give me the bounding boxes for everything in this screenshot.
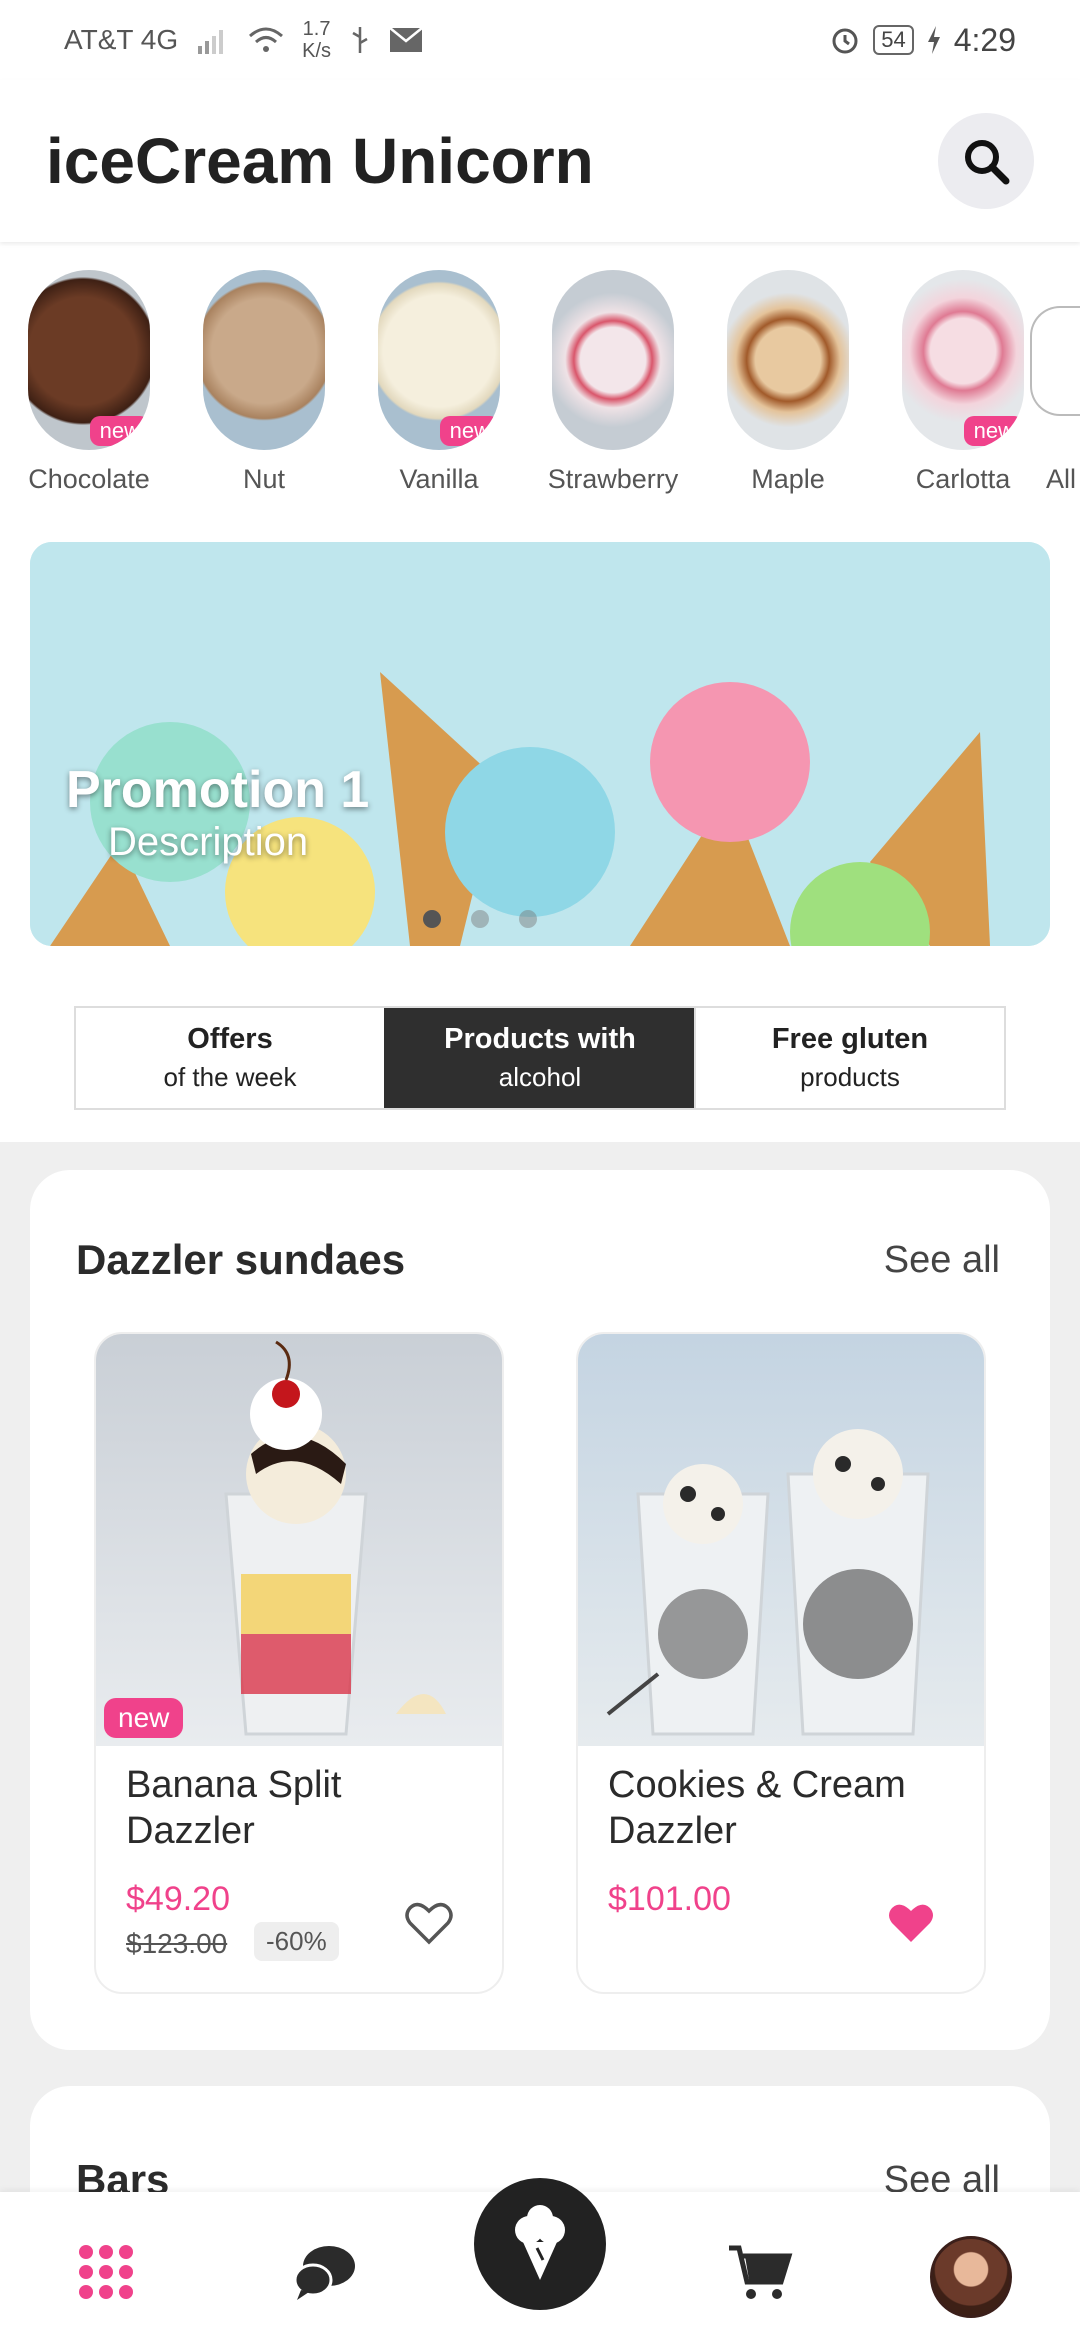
section-header: Dazzler sundaes See all bbox=[76, 1236, 1000, 1284]
tab-subtitle: products bbox=[800, 1062, 900, 1092]
flavor-label: All bbox=[1046, 464, 1077, 494]
flavor-label: Carlotta bbox=[915, 464, 1011, 494]
promo-description: Description bbox=[108, 820, 309, 864]
ice-cream-icon bbox=[515, 2205, 565, 2280]
flavor-carousel[interactable]: new Chocolate Nut new Vanilla Strawberry… bbox=[0, 242, 1080, 512]
flavor-carlotta[interactable]: new Carlotta bbox=[876, 270, 1050, 495]
grid-menu-icon bbox=[79, 2245, 133, 2299]
tab-subtitle: of the week bbox=[163, 1062, 297, 1092]
filter-tabs-area: Offers of the week Products with alcohol… bbox=[0, 992, 1080, 1142]
flavor-chocolate[interactable]: new Chocolate bbox=[2, 270, 176, 495]
new-badge: new bbox=[89, 416, 150, 446]
tab-title: Free gluten bbox=[771, 1023, 929, 1055]
see-all-link[interactable]: See all bbox=[884, 1239, 1000, 1282]
flavor-all-shape bbox=[1030, 306, 1080, 416]
app-header: iceCream Unicorn bbox=[0, 80, 1080, 242]
favorite-filled-icon[interactable] bbox=[884, 1896, 938, 1950]
carousel-dot[interactable] bbox=[423, 910, 441, 928]
product-name: Banana Split Dazzler bbox=[126, 1764, 342, 1852]
flavor-vanilla[interactable]: new Vanilla bbox=[352, 270, 526, 495]
carousel-dot[interactable] bbox=[519, 910, 537, 928]
flavor-label: Vanilla bbox=[399, 464, 479, 494]
avatar[interactable] bbox=[930, 2236, 1012, 2318]
new-badge: new bbox=[104, 1698, 184, 1738]
discount-badge: -60% bbox=[254, 1922, 339, 1961]
nav-menu[interactable] bbox=[66, 2232, 146, 2312]
app-title: iceCream Unicorn bbox=[46, 125, 594, 197]
promo-banner-area: Promotion 1 Description bbox=[0, 512, 1080, 992]
product-old-price: $123.00 bbox=[126, 1928, 228, 1959]
carousel-dot[interactable] bbox=[471, 910, 489, 928]
chat-icon bbox=[293, 2246, 355, 2300]
sundae-illustration bbox=[224, 1340, 446, 1736]
wifi-icon bbox=[249, 27, 284, 52]
product-image: new bbox=[96, 1334, 502, 1746]
product-price: $49.20 bbox=[126, 1880, 230, 1918]
mail-icon bbox=[389, 27, 423, 52]
signal-icon bbox=[198, 30, 224, 54]
product-name: Cookies & Cream Dazzler bbox=[608, 1764, 906, 1852]
flavor-label: Chocolate bbox=[28, 464, 150, 494]
clock: 4:29 bbox=[953, 21, 1016, 58]
product-image bbox=[578, 1334, 984, 1746]
banner-image bbox=[30, 542, 1050, 946]
tab-gluten-free[interactable]: Free gluten products bbox=[694, 1008, 1004, 1108]
nav-home[interactable] bbox=[474, 2178, 606, 2310]
new-badge: new bbox=[963, 416, 1024, 446]
tab-title: Products with bbox=[444, 1023, 636, 1055]
new-badge: new bbox=[439, 416, 500, 446]
tab-alcohol[interactable]: Products with alcohol bbox=[384, 1008, 694, 1108]
nav-chat[interactable] bbox=[284, 2232, 364, 2312]
flavor-label: Nut bbox=[242, 464, 286, 494]
tab-title: Offers bbox=[187, 1023, 273, 1055]
sundae-illustration bbox=[606, 1429, 930, 1736]
promo-title: Promotion 1 bbox=[66, 761, 370, 819]
tab-subtitle: alcohol bbox=[498, 1062, 582, 1092]
product-card[interactable]: new Banana Split Dazzler $49.20 $123.00 … bbox=[94, 1332, 504, 1994]
carrier-label: AT&T 4G bbox=[64, 24, 179, 55]
section-dazzler-sundaes: Dazzler sundaes See all new Banana Split… bbox=[30, 1170, 1050, 2050]
flavor-image bbox=[727, 270, 849, 450]
filter-tabs: Offers of the week Products with alcohol… bbox=[74, 1006, 1006, 1110]
flavor-image: new bbox=[378, 270, 500, 450]
status-bar: AT&T 4G 1.7 K/s 54 4:29 bbox=[0, 0, 1080, 80]
section-title: Dazzler sundaes bbox=[76, 1236, 406, 1283]
bottom-navigation bbox=[0, 2178, 1080, 2340]
network-speed: 1.7 K/s bbox=[302, 18, 332, 62]
flavor-image: new bbox=[902, 270, 1024, 450]
flavor-strawberry[interactable]: Strawberry bbox=[526, 270, 700, 495]
flavor-nut[interactable]: Nut bbox=[177, 270, 351, 495]
charging-icon bbox=[927, 26, 940, 54]
flavor-image bbox=[203, 270, 325, 450]
favorite-outline-icon[interactable] bbox=[402, 1896, 456, 1950]
flavor-label: Strawberry bbox=[547, 464, 679, 494]
alarm-icon bbox=[832, 28, 858, 54]
search-icon bbox=[965, 140, 1010, 185]
flavor-image bbox=[552, 270, 674, 450]
flavor-image: new bbox=[28, 270, 150, 450]
product-card[interactable]: Cookies & Cream Dazzler $101.00 bbox=[576, 1332, 986, 1994]
cart-icon bbox=[729, 2245, 793, 2299]
search-button[interactable] bbox=[938, 113, 1034, 209]
carousel-dots bbox=[30, 910, 990, 928]
battery-indicator: 54 bbox=[873, 25, 914, 55]
promo-banner[interactable]: Promotion 1 Description bbox=[30, 542, 1050, 946]
product-price: $101.00 bbox=[608, 1880, 731, 1918]
usb-icon bbox=[352, 27, 368, 53]
nav-cart[interactable] bbox=[720, 2232, 800, 2312]
tab-offers[interactable]: Offers of the week bbox=[76, 1008, 384, 1108]
flavor-label: Maple bbox=[751, 464, 825, 494]
flavor-maple[interactable]: Maple bbox=[701, 270, 875, 495]
flavor-all[interactable]: All bbox=[1030, 270, 1080, 495]
